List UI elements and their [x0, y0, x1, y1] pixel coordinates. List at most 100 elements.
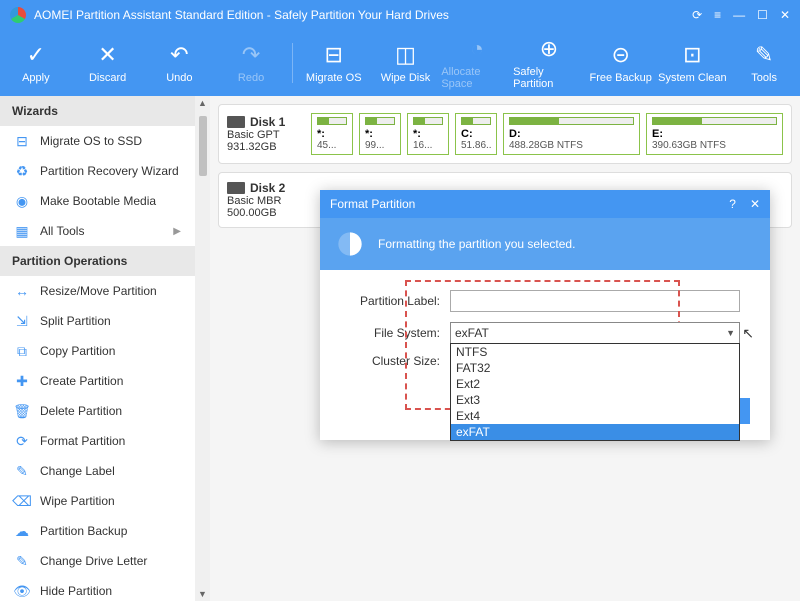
- partition[interactable]: *: 45...: [311, 113, 353, 155]
- fs-option-fat32[interactable]: FAT32: [451, 360, 739, 376]
- tool-label: Tools: [751, 72, 777, 84]
- wizard-all-tools[interactable]: ▦ All Tools ▶: [0, 216, 195, 246]
- menu-icon[interactable]: ≡: [714, 8, 721, 22]
- side-icon: ▦: [14, 223, 30, 239]
- tool-undo[interactable]: ↶ Undo: [143, 30, 215, 96]
- side-label: Wipe Partition: [40, 494, 115, 508]
- wizard-make-bootable-media[interactable]: ◉ Make Bootable Media: [0, 186, 195, 216]
- cursor-icon: ↖: [742, 325, 754, 342]
- partition[interactable]: *: 16...: [407, 113, 449, 155]
- op-create-partition[interactable]: ✚ Create Partition: [0, 366, 195, 396]
- scroll-down-icon[interactable]: ▼: [198, 589, 207, 599]
- tool-apply[interactable]: ✓ Apply: [0, 30, 72, 96]
- side-icon: ⇲: [14, 313, 30, 329]
- system-clean-icon: ⊡: [683, 42, 701, 68]
- tool-label: Migrate OS: [306, 72, 362, 84]
- dialog-close-icon[interactable]: ✕: [750, 197, 760, 211]
- partition-label-input[interactable]: [450, 290, 740, 312]
- partition[interactable]: E: 390.63GB NTFS: [646, 113, 783, 155]
- side-label: Format Partition: [40, 434, 125, 448]
- fs-option-ntfs[interactable]: NTFS: [451, 344, 739, 360]
- format-icon: [336, 230, 364, 258]
- disk-name: Disk 1: [227, 115, 305, 129]
- side-label: Partition Recovery Wizard: [40, 164, 179, 178]
- partition[interactable]: *: 99...: [359, 113, 401, 155]
- help-icon[interactable]: ?: [729, 197, 736, 211]
- side-label: Create Partition: [40, 374, 123, 388]
- op-copy-partition[interactable]: ⧉ Copy Partition: [0, 336, 195, 366]
- side-icon: 🗑: [14, 403, 30, 419]
- tool-free-backup[interactable]: ⊝ Free Backup: [585, 30, 657, 96]
- maximize-icon[interactable]: ☐: [757, 8, 768, 22]
- fs-option-ext4[interactable]: Ext4: [451, 408, 739, 424]
- file-system-value: exFAT: [455, 326, 489, 340]
- op-resize-move-partition[interactable]: ↔ Resize/Move Partition: [0, 276, 195, 306]
- partition-bar: [413, 117, 443, 125]
- op-delete-partition[interactable]: 🗑 Delete Partition: [0, 396, 195, 426]
- allocate-space-icon: ◔: [471, 36, 484, 62]
- disk-row: Disk 1 Basic GPT 931.32GB *: 45... *: 99…: [218, 104, 792, 164]
- tool-wipe-disk[interactable]: ◫ Wipe Disk: [370, 30, 442, 96]
- tool-tools[interactable]: ✎ Tools: [728, 30, 800, 96]
- disk-icon: [227, 116, 245, 128]
- side-label: All Tools: [40, 224, 84, 238]
- side-icon: ✚: [14, 373, 30, 389]
- cluster-size-label: Cluster Size:: [350, 354, 440, 368]
- fs-option-ext3[interactable]: Ext3: [451, 392, 739, 408]
- drive-letter: *:: [365, 128, 395, 140]
- op-change-drive-letter[interactable]: ✎ Change Drive Letter: [0, 546, 195, 576]
- side-label: Hide Partition: [40, 584, 112, 598]
- partition[interactable]: C: 51.86...: [455, 113, 497, 155]
- side-label: Migrate OS to SSD: [40, 134, 142, 148]
- tool-label: Redo: [238, 72, 264, 84]
- tool-discard[interactable]: ✕ Discard: [72, 30, 144, 96]
- minimize-icon[interactable]: —: [733, 8, 745, 22]
- disk-icon: [227, 182, 245, 194]
- tool-allocate-space[interactable]: ◔ Allocate Space: [441, 30, 513, 96]
- sidebar-scrollbar[interactable]: ▲ ▼: [195, 96, 210, 601]
- scroll-up-icon[interactable]: ▲: [198, 98, 207, 108]
- tool-safely-partition[interactable]: ⊕ Safely Partition: [513, 30, 585, 96]
- tool-label: Allocate Space: [441, 66, 513, 90]
- disk-size: 931.32GB: [227, 141, 305, 153]
- op-split-partition[interactable]: ⇲ Split Partition: [0, 306, 195, 336]
- partition[interactable]: D: 488.28GB NTFS: [503, 113, 640, 155]
- side-icon: 👁: [14, 583, 30, 599]
- side-icon: ⟳: [14, 433, 30, 449]
- op-partition-backup[interactable]: ☁ Partition Backup: [0, 516, 195, 546]
- op-format-partition[interactable]: ⟳ Format Partition: [0, 426, 195, 456]
- side-icon: ↔: [14, 283, 30, 299]
- op-change-label[interactable]: ✎ Change Label: [0, 456, 195, 486]
- op-hide-partition[interactable]: 👁 Hide Partition: [0, 576, 195, 601]
- scroll-thumb[interactable]: [199, 116, 207, 176]
- drive-letter: *:: [317, 128, 347, 140]
- fs-option-exfat[interactable]: exFAT: [451, 424, 739, 440]
- refresh-icon[interactable]: ⟳: [692, 8, 702, 22]
- wizard-partition-recovery-wizard[interactable]: ♻ Partition Recovery Wizard: [0, 156, 195, 186]
- tool-label: Safely Partition: [513, 66, 585, 90]
- undo-icon: ↶: [170, 42, 188, 68]
- dialog-title: Format Partition: [330, 197, 415, 211]
- tool-redo[interactable]: ↷ Redo: [215, 30, 287, 96]
- drive-letter: *:: [413, 128, 443, 140]
- file-system-select[interactable]: exFAT ▼: [450, 322, 740, 344]
- format-partition-dialog: Format Partition ? ✕ Formatting the part…: [320, 190, 770, 440]
- migrate-os-icon: ⊟: [325, 42, 343, 68]
- window-title: AOMEI Partition Assistant Standard Editi…: [34, 8, 449, 22]
- side-label: Delete Partition: [40, 404, 122, 418]
- op-wipe-partition[interactable]: ⌫ Wipe Partition: [0, 486, 195, 516]
- side-icon: ⧉: [14, 343, 30, 359]
- tool-system-clean[interactable]: ⊡ System Clean: [657, 30, 729, 96]
- fs-option-ext2[interactable]: Ext2: [451, 376, 739, 392]
- file-system-dropdown[interactable]: NTFSFAT32Ext2Ext3Ext4exFAT: [450, 343, 740, 441]
- wizard-migrate-os-to-ssd[interactable]: ⊟ Migrate OS to SSD: [0, 126, 195, 156]
- side-icon: ♻: [14, 163, 30, 179]
- drive-letter: C:: [461, 128, 491, 140]
- discard-icon: ✕: [98, 42, 116, 68]
- tool-migrate-os[interactable]: ⊟ Migrate OS: [298, 30, 370, 96]
- wipe-disk-icon: ◫: [395, 42, 416, 68]
- side-icon: ✎: [14, 463, 30, 479]
- disk-type: Basic GPT: [227, 129, 305, 141]
- side-icon: ✎: [14, 553, 30, 569]
- close-icon[interactable]: ✕: [780, 8, 790, 22]
